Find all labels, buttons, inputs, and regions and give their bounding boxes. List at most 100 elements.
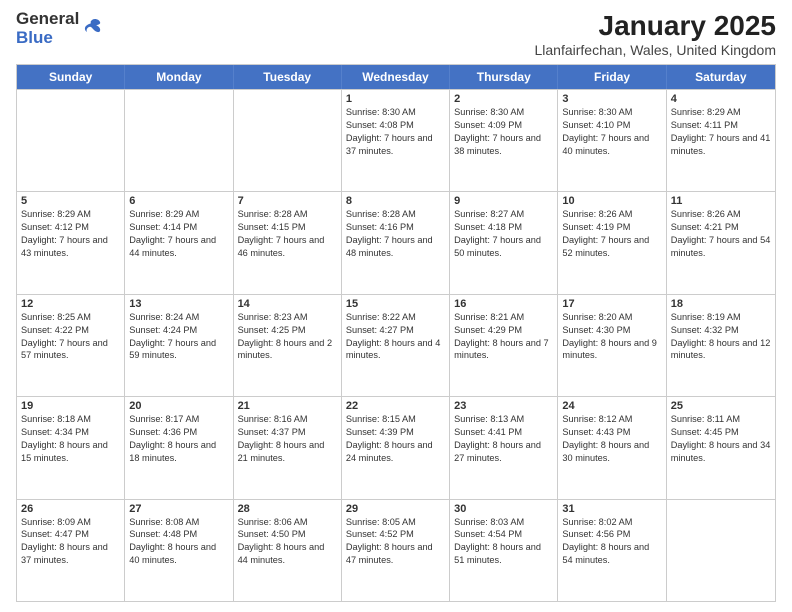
- calendar-cell: 25 Sunrise: 8:11 AM Sunset: 4:45 PM Dayl…: [667, 397, 775, 498]
- sun-info: Sunrise: 8:29 AM Sunset: 4:14 PM Dayligh…: [129, 208, 228, 260]
- day-number: 8: [346, 195, 445, 207]
- sunrise-text: Sunrise: 8:11 AM: [671, 414, 740, 424]
- sunset-text: Sunset: 4:16 PM: [346, 222, 414, 232]
- sunrise-text: Sunrise: 8:28 AM: [238, 209, 308, 219]
- sun-info: Sunrise: 8:17 AM Sunset: 4:36 PM Dayligh…: [129, 413, 228, 465]
- day-number: 3: [562, 93, 661, 105]
- sunrise-text: Sunrise: 8:26 AM: [671, 209, 741, 219]
- calendar-cell: 21 Sunrise: 8:16 AM Sunset: 4:37 PM Dayl…: [234, 397, 342, 498]
- day-number: 26: [21, 503, 120, 515]
- daylight-text: Daylight: 8 hours and 15 minutes.: [21, 440, 108, 463]
- sunrise-text: Sunrise: 8:30 AM: [454, 107, 524, 117]
- daylight-text: Daylight: 7 hours and 40 minutes.: [562, 133, 649, 156]
- daylight-text: Daylight: 8 hours and 27 minutes.: [454, 440, 541, 463]
- sun-info: Sunrise: 8:26 AM Sunset: 4:21 PM Dayligh…: [671, 208, 771, 260]
- day-number: 12: [21, 298, 120, 310]
- calendar-week-row: 12 Sunrise: 8:25 AM Sunset: 4:22 PM Dayl…: [17, 294, 775, 396]
- sunrise-text: Sunrise: 8:30 AM: [562, 107, 632, 117]
- calendar-cell: 12 Sunrise: 8:25 AM Sunset: 4:22 PM Dayl…: [17, 295, 125, 396]
- sunrise-text: Sunrise: 8:19 AM: [671, 312, 741, 322]
- logo-blue: Blue: [16, 29, 79, 48]
- calendar-day-header: Sunday: [17, 65, 125, 89]
- sun-info: Sunrise: 8:20 AM Sunset: 4:30 PM Dayligh…: [562, 311, 661, 363]
- sunset-text: Sunset: 4:24 PM: [129, 325, 197, 335]
- daylight-text: Daylight: 8 hours and 4 minutes.: [346, 338, 441, 361]
- daylight-text: Daylight: 8 hours and 51 minutes.: [454, 542, 541, 565]
- sunset-text: Sunset: 4:19 PM: [562, 222, 630, 232]
- sun-info: Sunrise: 8:26 AM Sunset: 4:19 PM Dayligh…: [562, 208, 661, 260]
- daylight-text: Daylight: 8 hours and 2 minutes.: [238, 338, 333, 361]
- daylight-text: Daylight: 8 hours and 47 minutes.: [346, 542, 433, 565]
- sunset-text: Sunset: 4:56 PM: [562, 529, 630, 539]
- logo-bird-icon: [81, 16, 103, 38]
- calendar-day-header: Saturday: [667, 65, 775, 89]
- sun-info: Sunrise: 8:22 AM Sunset: 4:27 PM Dayligh…: [346, 311, 445, 363]
- day-number: 28: [238, 503, 337, 515]
- sun-info: Sunrise: 8:24 AM Sunset: 4:24 PM Dayligh…: [129, 311, 228, 363]
- daylight-text: Daylight: 8 hours and 30 minutes.: [562, 440, 649, 463]
- sun-info: Sunrise: 8:11 AM Sunset: 4:45 PM Dayligh…: [671, 413, 771, 465]
- sunrise-text: Sunrise: 8:17 AM: [129, 414, 199, 424]
- day-number: 31: [562, 503, 661, 515]
- calendar-cell: [234, 90, 342, 191]
- sun-info: Sunrise: 8:08 AM Sunset: 4:48 PM Dayligh…: [129, 516, 228, 568]
- sunset-text: Sunset: 4:47 PM: [21, 529, 89, 539]
- day-number: 5: [21, 195, 120, 207]
- calendar-day-header: Tuesday: [234, 65, 342, 89]
- sunset-text: Sunset: 4:45 PM: [671, 427, 739, 437]
- sunset-text: Sunset: 4:34 PM: [21, 427, 89, 437]
- daylight-text: Daylight: 8 hours and 37 minutes.: [21, 542, 108, 565]
- day-number: 20: [129, 400, 228, 412]
- sunrise-text: Sunrise: 8:21 AM: [454, 312, 524, 322]
- daylight-text: Daylight: 7 hours and 41 minutes.: [671, 133, 771, 156]
- sun-info: Sunrise: 8:29 AM Sunset: 4:12 PM Dayligh…: [21, 208, 120, 260]
- sun-info: Sunrise: 8:15 AM Sunset: 4:39 PM Dayligh…: [346, 413, 445, 465]
- calendar-day-header: Friday: [558, 65, 666, 89]
- sunrise-text: Sunrise: 8:16 AM: [238, 414, 308, 424]
- sun-info: Sunrise: 8:23 AM Sunset: 4:25 PM Dayligh…: [238, 311, 337, 363]
- sunrise-text: Sunrise: 8:08 AM: [129, 517, 199, 527]
- daylight-text: Daylight: 7 hours and 37 minutes.: [346, 133, 433, 156]
- calendar: SundayMondayTuesdayWednesdayThursdayFrid…: [16, 64, 776, 602]
- sunset-text: Sunset: 4:32 PM: [671, 325, 739, 335]
- sunrise-text: Sunrise: 8:22 AM: [346, 312, 416, 322]
- page-subtitle: Llanfairfechan, Wales, United Kingdom: [535, 42, 777, 58]
- sunrise-text: Sunrise: 8:29 AM: [21, 209, 91, 219]
- sun-info: Sunrise: 8:25 AM Sunset: 4:22 PM Dayligh…: [21, 311, 120, 363]
- calendar-cell: 18 Sunrise: 8:19 AM Sunset: 4:32 PM Dayl…: [667, 295, 775, 396]
- day-number: 25: [671, 400, 771, 412]
- day-number: 7: [238, 195, 337, 207]
- sunset-text: Sunset: 4:27 PM: [346, 325, 414, 335]
- daylight-text: Daylight: 7 hours and 50 minutes.: [454, 235, 541, 258]
- sunset-text: Sunset: 4:30 PM: [562, 325, 630, 335]
- calendar-cell: 8 Sunrise: 8:28 AM Sunset: 4:16 PM Dayli…: [342, 192, 450, 293]
- daylight-text: Daylight: 7 hours and 38 minutes.: [454, 133, 541, 156]
- sunset-text: Sunset: 4:09 PM: [454, 120, 522, 130]
- sunset-text: Sunset: 4:14 PM: [129, 222, 197, 232]
- calendar-cell: 19 Sunrise: 8:18 AM Sunset: 4:34 PM Dayl…: [17, 397, 125, 498]
- day-number: 16: [454, 298, 553, 310]
- sun-info: Sunrise: 8:29 AM Sunset: 4:11 PM Dayligh…: [671, 106, 771, 158]
- calendar-cell: 30 Sunrise: 8:03 AM Sunset: 4:54 PM Dayl…: [450, 500, 558, 601]
- calendar-cell: 20 Sunrise: 8:17 AM Sunset: 4:36 PM Dayl…: [125, 397, 233, 498]
- daylight-text: Daylight: 8 hours and 9 minutes.: [562, 338, 657, 361]
- sunset-text: Sunset: 4:54 PM: [454, 529, 522, 539]
- calendar-week-row: 19 Sunrise: 8:18 AM Sunset: 4:34 PM Dayl…: [17, 396, 775, 498]
- sun-info: Sunrise: 8:28 AM Sunset: 4:15 PM Dayligh…: [238, 208, 337, 260]
- sun-info: Sunrise: 8:30 AM Sunset: 4:10 PM Dayligh…: [562, 106, 661, 158]
- calendar-cell: [667, 500, 775, 601]
- logo: General Blue: [16, 10, 103, 47]
- calendar-body: 1 Sunrise: 8:30 AM Sunset: 4:08 PM Dayli…: [17, 89, 775, 601]
- calendar-cell: 10 Sunrise: 8:26 AM Sunset: 4:19 PM Dayl…: [558, 192, 666, 293]
- calendar-day-header: Thursday: [450, 65, 558, 89]
- sunset-text: Sunset: 4:18 PM: [454, 222, 522, 232]
- daylight-text: Daylight: 7 hours and 52 minutes.: [562, 235, 649, 258]
- daylight-text: Daylight: 8 hours and 12 minutes.: [671, 338, 771, 361]
- calendar-cell: 27 Sunrise: 8:08 AM Sunset: 4:48 PM Dayl…: [125, 500, 233, 601]
- sun-info: Sunrise: 8:06 AM Sunset: 4:50 PM Dayligh…: [238, 516, 337, 568]
- sunrise-text: Sunrise: 8:30 AM: [346, 107, 416, 117]
- page-title: January 2025: [535, 10, 777, 42]
- daylight-text: Daylight: 8 hours and 7 minutes.: [454, 338, 549, 361]
- day-number: 1: [346, 93, 445, 105]
- sunrise-text: Sunrise: 8:15 AM: [346, 414, 416, 424]
